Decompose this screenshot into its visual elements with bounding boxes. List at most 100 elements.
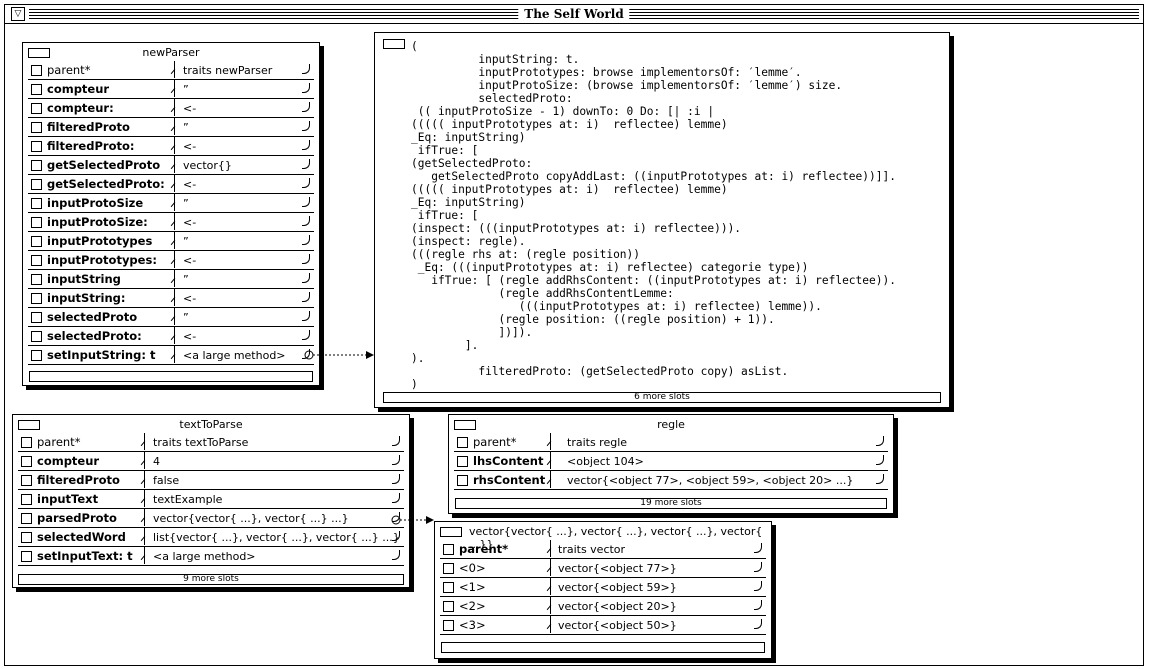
expand-arrow-icon[interactable] — [392, 550, 400, 560]
slot-checkbox[interactable] — [21, 532, 32, 543]
slot-value[interactable]: <a large method> — [183, 349, 286, 362]
slot-row[interactable]: <0> vector{<object 77>} — [440, 559, 766, 578]
slot-checkbox[interactable] — [31, 160, 42, 171]
slot-value[interactable]: <- — [183, 102, 196, 115]
expand-arrow-icon[interactable] — [302, 102, 310, 112]
slot-checkbox[interactable] — [31, 255, 42, 266]
slot-value[interactable]: <- — [183, 292, 196, 305]
slot-row[interactable]: lhsContent <object 104> — [454, 452, 888, 471]
slot-row[interactable]: selectedWord list{vector{ ...}, vector{ .… — [18, 528, 404, 547]
expand-arrow-icon[interactable] — [302, 140, 310, 150]
expand-arrow-icon[interactable] — [302, 311, 310, 321]
expand-arrow-icon[interactable] — [302, 254, 310, 264]
slot-row[interactable]: compteur ” — [28, 80, 314, 99]
slot-value[interactable]: ” — [183, 235, 189, 248]
slot-value[interactable]: <a large method> — [153, 550, 256, 563]
slot-value[interactable]: ” — [183, 311, 189, 324]
slot-row[interactable]: selectedProto: <- — [28, 327, 314, 346]
slot-checkbox[interactable] — [31, 236, 42, 247]
slot-row[interactable]: selectedProto ” — [28, 308, 314, 327]
expand-arrow-icon[interactable] — [302, 292, 310, 302]
slot-value[interactable]: vector{<object 59>} — [558, 581, 677, 594]
slot-value[interactable]: ” — [183, 273, 189, 286]
outliner-grab-box[interactable] — [440, 527, 462, 537]
slot-row[interactable]: filteredProto ” — [28, 118, 314, 137]
expand-arrow-icon[interactable] — [754, 543, 762, 553]
outliner-textToParse[interactable]: textToParse parent* traits textToParse com… — [12, 414, 410, 588]
slot-value[interactable]: <- — [183, 216, 196, 229]
expand-arrow-icon[interactable] — [754, 619, 762, 629]
expand-arrow-icon[interactable] — [302, 235, 310, 245]
slot-checkbox[interactable] — [31, 103, 42, 114]
slot-value[interactable]: traits regle — [567, 436, 627, 449]
more-slots-footer[interactable]: 6 more slots — [383, 392, 941, 403]
slot-row[interactable]: compteur 4 — [18, 452, 404, 471]
slot-value[interactable]: vector{<object 50>} — [558, 619, 677, 632]
outliner-newParser[interactable]: newParser parent* traits newParser compteu… — [22, 42, 320, 386]
close-icon[interactable]: ▽ — [11, 7, 25, 21]
slot-checkbox[interactable] — [21, 475, 32, 486]
slot-value[interactable]: list{vector{ ...}, vector{ ...}, vector{… — [153, 531, 400, 544]
slot-checkbox[interactable] — [31, 122, 42, 133]
expand-arrow-icon[interactable] — [876, 455, 884, 465]
slots-footer[interactable] — [441, 642, 765, 653]
slot-checkbox[interactable] — [443, 582, 454, 593]
method-grab-box[interactable] — [383, 39, 405, 49]
expand-arrow-icon[interactable] — [302, 330, 310, 340]
slot-row[interactable]: parent* traits regle — [454, 433, 888, 452]
expand-arrow-icon[interactable] — [302, 64, 310, 74]
slot-row[interactable]: getSelectedProto: <- — [28, 175, 314, 194]
expand-arrow-icon[interactable] — [392, 493, 400, 503]
slot-checkbox[interactable] — [31, 331, 42, 342]
slot-row[interactable]: inputPrototypes: <- — [28, 251, 314, 270]
slot-row[interactable]: rhsContent vector{<object 77>, <object 59… — [454, 471, 888, 490]
expand-arrow-icon[interactable] — [876, 474, 884, 484]
slot-row[interactable]: inputString ” — [28, 270, 314, 289]
expand-arrow-icon[interactable] — [302, 349, 310, 359]
slot-checkbox[interactable] — [21, 513, 32, 524]
slot-row[interactable]: inputPrototypes ” — [28, 232, 314, 251]
slot-row[interactable]: <2> vector{<object 20>} — [440, 597, 766, 616]
slot-row[interactable]: setInputString: t <a large method> — [28, 346, 314, 365]
slot-row[interactable]: inputProtoSize: <- — [28, 213, 314, 232]
slot-row[interactable]: <3> vector{<object 50>} — [440, 616, 766, 635]
slot-value[interactable]: false — [153, 474, 179, 487]
slots-footer[interactable] — [29, 371, 313, 382]
expand-arrow-icon[interactable] — [876, 436, 884, 446]
slot-checkbox[interactable] — [21, 494, 32, 505]
slot-value[interactable]: <object 104> — [567, 455, 644, 468]
slot-row[interactable]: parent* traits textToParse — [18, 433, 404, 452]
slot-checkbox[interactable] — [457, 437, 468, 448]
slot-checkbox[interactable] — [31, 293, 42, 304]
slot-checkbox[interactable] — [443, 563, 454, 574]
slot-row[interactable]: compteur: <- — [28, 99, 314, 118]
slot-value[interactable]: <- — [183, 178, 196, 191]
expand-arrow-icon[interactable] — [392, 474, 400, 484]
outliner-header[interactable]: regle — [449, 415, 893, 433]
slot-checkbox[interactable] — [457, 456, 468, 467]
slot-value[interactable]: traits textToParse — [153, 436, 248, 449]
expand-arrow-icon[interactable] — [302, 83, 310, 93]
expand-arrow-icon[interactable] — [754, 562, 762, 572]
slot-value[interactable]: <- — [183, 254, 196, 267]
slot-row[interactable]: parent* traits vector — [440, 540, 766, 559]
slot-value[interactable]: ” — [183, 121, 189, 134]
expand-arrow-icon[interactable] — [754, 581, 762, 591]
slot-row[interactable]: filteredProto: <- — [28, 137, 314, 156]
outliner-header[interactable]: newParser — [23, 43, 319, 61]
slot-checkbox[interactable] — [31, 217, 42, 228]
outliner-header[interactable]: vector{vector{ ...}, vector{ ...}, vecto… — [435, 522, 771, 551]
slot-row[interactable]: inputString: <- — [28, 289, 314, 308]
expand-arrow-icon[interactable] — [392, 455, 400, 465]
slot-value[interactable]: ” — [183, 197, 189, 210]
slot-row[interactable]: inputText textExample — [18, 490, 404, 509]
slot-row[interactable]: inputProtoSize ” — [28, 194, 314, 213]
expand-arrow-icon[interactable] — [302, 216, 310, 226]
slot-checkbox[interactable] — [21, 551, 32, 562]
slot-row[interactable]: getSelectedProto vector{} — [28, 156, 314, 175]
expand-arrow-icon[interactable] — [392, 436, 400, 446]
slot-row[interactable]: setInputText: t <a large method> — [18, 547, 404, 566]
slot-value[interactable]: vector{<object 20>} — [558, 600, 677, 613]
slot-value[interactable]: 4 — [153, 455, 160, 468]
slot-checkbox[interactable] — [31, 65, 42, 76]
